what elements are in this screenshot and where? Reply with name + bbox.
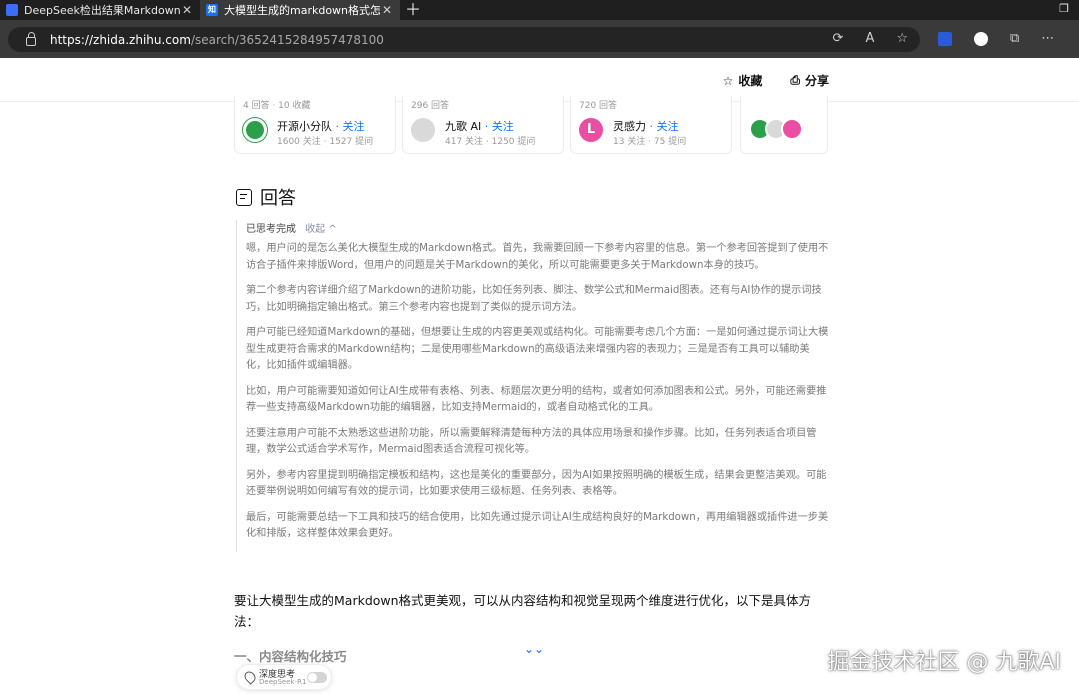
location-pin-icon [242,669,258,685]
scroll-down-icon[interactable]: ⌄⌄ [524,642,544,656]
answer-doc-icon [236,188,252,206]
card-meta: 4 回答 · 10 收藏 [243,101,311,111]
url-path: /search/3652415284957478100 [190,32,384,47]
page-content: ☆ 收藏 ⎙ 分享 4 回答 · 10 收藏 开源小分队 · 关注 1600 关… [0,58,1079,694]
thinking-paragraph: 最后，可能需要总结一下工具和技巧的结合使用，比如先通过提示词让AI生成结构良好的… [246,511,829,540]
user-stats: 13 关注 · 75 提问 [613,137,687,147]
user-card[interactable]: 4 回答 · 10 收藏 开源小分队 · 关注 1600 关注 · 1527 提… [234,96,396,154]
close-icon[interactable]: ✕ [180,3,194,17]
extensions-puzzle-icon[interactable]: ⧉ [1010,31,1019,46]
section-title-text: 回答 [260,188,296,209]
window-controls: ❐ [1059,2,1069,15]
zhihu-icon: 知 [206,4,218,16]
collapse-toggle[interactable]: 收起 ^ [305,224,337,235]
user-stats: 417 关注 · 1250 提问 [445,137,536,147]
deep-think-toggle-pill[interactable]: 深度思考 DeepSeek-R1 [236,664,332,690]
restore-window-icon[interactable]: ❐ [1059,2,1069,15]
thinking-panel: 已思考完成 收起 ^ 嗯，用户问的是怎么美化大模型生成的Markdown格式。首… [236,220,830,552]
avatar[interactable] [243,118,267,142]
close-icon[interactable]: ✕ [380,3,394,17]
thinking-status: 已思考完成 [246,224,296,235]
header-actions: ☆ 收藏 ⎙ 分享 [723,72,829,89]
extension-globe-icon[interactable] [974,31,988,46]
share-label: 分享 [804,74,829,88]
avatar [781,118,803,140]
user-name[interactable]: 开源小分队 · 关注 [277,118,365,134]
share-button[interactable]: ⎙ 分享 [790,72,829,89]
answer-intro: 要让大模型生成的Markdown格式更美观，可以从内容结构和视觉呈现两个维度进行… [234,593,812,629]
user-card[interactable]: 296 回答 九歌 AI · 关注 417 关注 · 1250 提问 [402,96,564,154]
answers-section-title: 回答 [236,184,296,210]
browser-tab-2[interactable]: 知 大模型生成的markdown格式怎么 ✕ [200,0,400,20]
new-tab-button[interactable]: ＋ [400,0,426,20]
thinking-paragraph: 另外，参考内容里提到明确指定模板和结构，这也是美化的重要部分，因为AI如果按照明… [246,469,827,498]
star-icon: ☆ [722,73,734,88]
card-meta: 296 回答 [411,101,450,111]
deep-think-model: DeepSeek-R1 [259,678,307,686]
avatar-group [749,118,803,140]
card-meta: 720 回答 [579,101,618,111]
related-users-strip: 4 回答 · 10 收藏 开源小分队 · 关注 1600 关注 · 1527 提… [234,96,834,154]
lock-icon[interactable] [26,32,36,46]
favorite-button[interactable]: ☆ 收藏 [723,72,763,89]
user-stats: 1600 关注 · 1527 提问 [277,137,374,147]
tab-title: DeepSeek检出结果Markdown格式 [24,4,180,17]
read-aloud-icon[interactable]: A [865,31,874,46]
thinking-paragraph: 还要注意用户可能不太熟悉这些进阶功能，所以需要解释清楚每种方法的具体应用场景和操… [246,427,817,456]
extension-shield-icon[interactable] [938,31,952,46]
thinking-paragraph: 比如，用户可能需要知道如何让AI生成带有表格、列表、标题层次更分明的结构，或者如… [246,385,827,414]
favorite-label: 收藏 [738,74,763,88]
avatar[interactable] [411,118,435,142]
user-name-text: 灵感力 [613,120,646,133]
user-name[interactable]: 九歌 AI · 关注 [445,118,514,134]
browser-tab-strip: DeepSeek检出结果Markdown格式 ✕ 知 大模型生成的markdow… [0,0,1079,20]
more-users-card[interactable] [740,96,828,154]
more-menu-icon[interactable]: ⋯ [1041,31,1054,46]
share-icon: ⎙ [790,73,800,87]
address-bar[interactable]: https://zhida.zhihu.com/search/365241528… [8,27,920,52]
thinking-paragraph: 用户可能已经知道Markdown的基础，但想要让生成的内容更美观或结构化。可能需… [246,327,829,371]
favorite-star-icon[interactable]: ☆ [896,31,908,46]
answer-subheading: 一、内容结构化技巧 [234,649,347,664]
user-name-text: 开源小分队 [277,120,332,133]
avatar[interactable]: L [579,118,603,142]
watermark: 掘金技术社区 @ 九歌AI [827,650,1061,675]
url-text[interactable]: https://zhida.zhihu.com/search/365241528… [50,33,384,47]
address-bar-actions: ⟳ A ☆ [833,31,908,46]
tab-title: 大模型生成的markdown格式怎么 [224,4,380,17]
user-name[interactable]: 灵感力 · 关注 [613,118,679,134]
follow-link[interactable]: · 关注 [485,120,514,133]
browser-tab-1[interactable]: DeepSeek检出结果Markdown格式 ✕ [0,0,200,20]
extension-icons: ⧉ ⋯ [938,31,1054,46]
browser-toolbar: https://zhida.zhihu.com/search/365241528… [0,20,1079,58]
refresh-icon[interactable]: ⟳ [833,31,844,46]
user-name-text: 九歌 AI [445,120,482,133]
document-icon [6,4,18,16]
url-host: https://zhida.zhihu.com [50,32,191,47]
thinking-header: 已思考完成 收起 ^ [246,220,830,235]
follow-link[interactable]: · 关注 [650,120,679,133]
deep-think-switch[interactable] [307,672,327,683]
user-card[interactable]: 720 回答 L 灵感力 · 关注 13 关注 · 75 提问 [570,96,732,154]
follow-link[interactable]: · 关注 [336,120,365,133]
thinking-paragraph: 第二个参考内容详细介绍了Markdown的进阶功能，比如任务列表、脚注、数学公式… [246,285,822,313]
thinking-paragraph: 嗯，用户问的是怎么美化大模型生成的Markdown格式。首先，我需要回顾一下参考… [246,243,829,271]
